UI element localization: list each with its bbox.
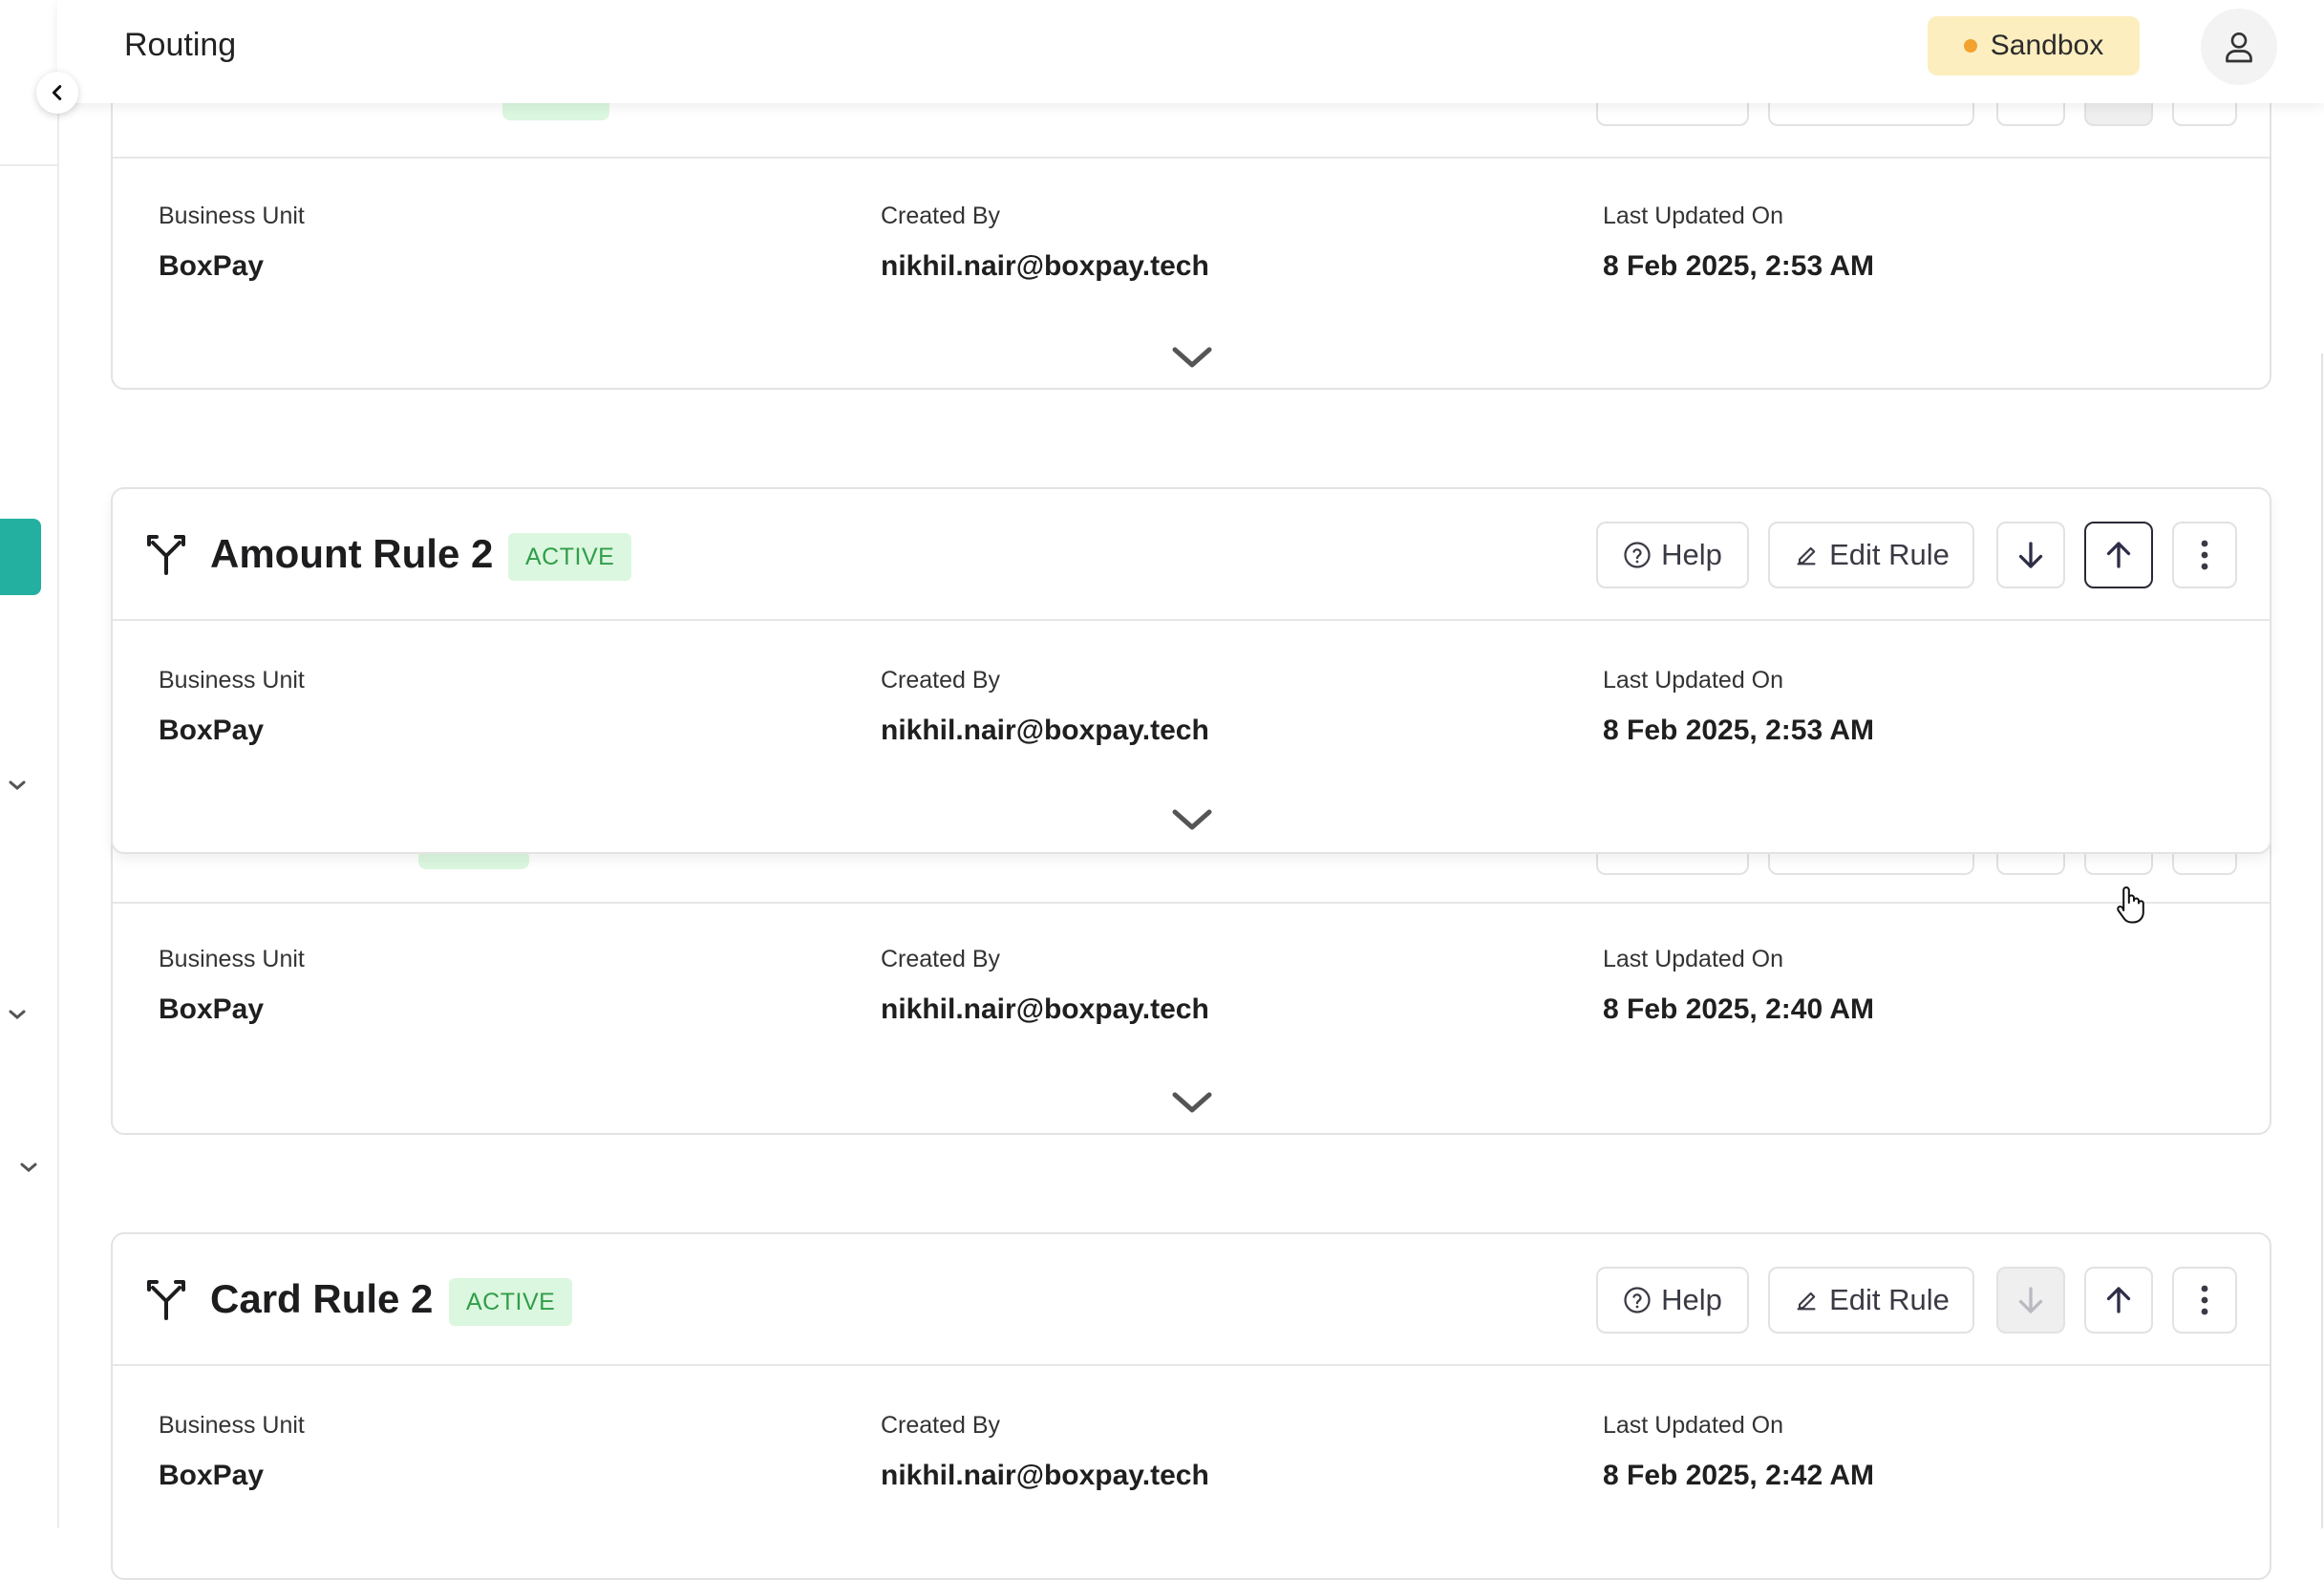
created-by-label: Created By [881,946,1001,972]
environment-badge[interactable]: Sandbox [1928,16,2140,75]
business-unit-label: Business Unit [159,946,305,972]
edit-rule-button[interactable]: Edit Rule [1768,522,1974,588]
profile-button[interactable] [2201,9,2277,85]
arrow-down-icon [2018,1287,2043,1313]
more-options-button[interactable] [2172,522,2237,588]
business-unit-label: Business Unit [159,1412,305,1439]
help-circle-icon [1624,1287,1651,1313]
help-button-label: Help [1661,1283,1722,1316]
chevron-down-icon[interactable] [17,1156,40,1179]
last-updated-label: Last Updated On [1603,1412,1784,1439]
sidebar-divider [0,164,57,166]
chevron-down-icon[interactable] [1171,1089,1213,1116]
move-down-button[interactable] [1996,1267,2065,1334]
created-by-value: nikhil.nair@boxpay.tech [881,1460,1209,1491]
last-updated-value: 8 Feb 2025, 2:53 AM [1603,715,1875,746]
edit-rule-button-label: Edit Rule [1829,538,1950,571]
arrow-up-icon [2106,1287,2131,1313]
business-unit-value: BoxPay [159,993,265,1025]
sidebar-item-active-indicator[interactable] [0,519,41,595]
branch-icon [147,535,185,575]
branch-icon [147,1280,185,1320]
created-by-value: nikhil.nair@boxpay.tech [881,993,1209,1025]
created-by-label: Created By [881,1412,1001,1439]
hand-cursor-icon [2117,886,2144,924]
chevron-down-icon[interactable] [1171,806,1213,833]
more-vertical-icon [2201,1285,2208,1315]
last-updated-label: Last Updated On [1603,946,1784,972]
last-updated-label: Last Updated On [1603,667,1784,694]
environment-label: Sandbox [1990,30,2104,61]
created-by-label: Created By [881,203,1001,229]
help-button-label: Help [1661,538,1722,571]
chevron-down-icon[interactable] [6,774,29,797]
last-updated-value: 8 Feb 2025, 2:53 AM [1603,250,1875,282]
more-vertical-icon [2201,540,2208,570]
sidebar-collapse-button[interactable] [36,72,78,114]
chevron-left-icon [52,85,62,100]
edit-rule-button[interactable]: Edit Rule [1768,1267,1974,1334]
pencil-icon [1797,546,1816,566]
help-circle-icon [1624,542,1651,568]
top-bar: Routing Sandbox [57,0,2324,103]
last-updated-value: 8 Feb 2025, 2:42 AM [1603,1460,1875,1491]
arrow-up-icon [2106,542,2131,568]
business-unit-value: BoxPay [159,715,265,746]
chevron-down-icon[interactable] [1171,344,1213,371]
last-updated-value: 8 Feb 2025, 2:40 AM [1603,993,1875,1025]
sidebar [0,0,59,1528]
move-down-button[interactable] [1996,522,2065,588]
page-title: Routing [124,27,237,63]
help-button[interactable]: Help [1596,1267,1749,1334]
rule-name: Amount Rule 2 [210,531,494,576]
business-unit-label: Business Unit [159,203,305,229]
business-unit-label: Business Unit [159,667,305,694]
user-icon [2226,32,2252,63]
help-button[interactable]: Help [1596,522,1749,588]
more-options-button[interactable] [2172,1267,2237,1334]
arrow-down-icon [2018,542,2043,568]
status-badge: ACTIVE [508,533,632,581]
move-up-button[interactable] [2084,522,2153,588]
rule-card-amount-rule-2[interactable]: Amount Rule 2 ACTIVE Help Edit Rule Busi… [111,487,2271,854]
move-up-button[interactable] [2084,1267,2153,1334]
created-by-label: Created By [881,667,1001,694]
scroll-track [2321,353,2323,1528]
status-dot-icon [1963,39,1977,53]
created-by-value: nikhil.nair@boxpay.tech [881,715,1209,746]
created-by-value: nikhil.nair@boxpay.tech [881,250,1209,282]
rule-card-card-rule-2[interactable]: Card Rule 2 ACTIVE Help Edit Rule Busine… [111,1232,2271,1580]
status-badge: ACTIVE [449,1278,573,1326]
pencil-icon [1797,1292,1816,1311]
last-updated-label: Last Updated On [1603,203,1784,229]
rule-card-header: Card Rule 2 ACTIVE Help Edit Rule [113,1234,2270,1366]
edit-rule-button-label: Edit Rule [1829,1283,1950,1316]
rule-name: Card Rule 2 [210,1276,434,1321]
business-unit-value: BoxPay [159,1460,265,1491]
business-unit-value: BoxPay [159,250,265,282]
chevron-down-icon[interactable] [6,1003,29,1026]
rule-card-header: Amount Rule 2 ACTIVE Help Edit Rule [113,489,2270,621]
